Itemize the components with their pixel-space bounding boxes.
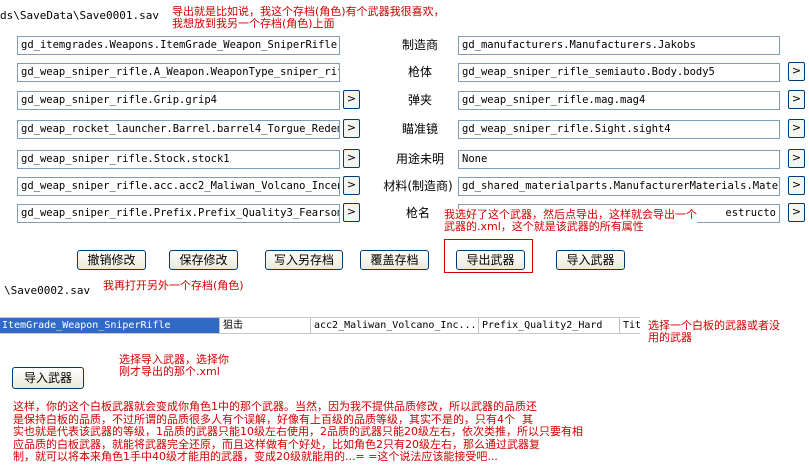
material-select-button[interactable]: >: [788, 176, 805, 195]
material-field[interactable]: gd_shared_materialparts.ManufacturerMate…: [458, 177, 780, 196]
magazine-field[interactable]: gd_weap_sniper_rifle.mag.mag4: [458, 91, 780, 110]
sight-select-button[interactable]: >: [788, 119, 805, 138]
label-sight: 瞄准镜: [401, 122, 438, 136]
weapon-type-field[interactable]: gd_weap_sniper_rifle.A_Weapon.WeaponType…: [17, 63, 340, 82]
write-other-save-button[interactable]: 写入另存档: [265, 250, 343, 270]
list-cell-type: 狙击: [221, 318, 311, 333]
list-cell-title: Tit: [623, 320, 640, 331]
label-magazine: 弹夹: [407, 93, 432, 107]
list-cell-accessory: acc2_Maliwan_Volcano_Inc...: [312, 318, 479, 333]
label-body: 枪体: [407, 65, 432, 79]
magazine-select-button[interactable]: >: [788, 90, 805, 109]
undo-button[interactable]: 撤销修改: [77, 250, 146, 270]
weapon-name-select-button[interactable]: >: [788, 203, 805, 222]
list-cell-prefix: Prefix_Quality2_Hard: [480, 318, 620, 333]
note-open-save2: 我再打开另外一个存档(角色): [103, 279, 244, 292]
stock-field[interactable]: gd_weap_sniper_rifle.Stock.stock1: [17, 150, 340, 169]
accessory-field[interactable]: gd_weap_sniper_rifle.acc.acc2_Maliwan_Vo…: [17, 177, 340, 196]
label-material: 材料(制造商): [383, 179, 453, 193]
note-export-selected: 我选好了这个武器，然后点导出，这样就会导出一个 武器的.xml，这个就是该武器的…: [444, 208, 697, 233]
stock-select-button[interactable]: >: [343, 149, 360, 168]
unknown-field[interactable]: None: [458, 150, 780, 169]
manufacturer-field[interactable]: gd_manufacturers.Manufacturers.Jakobs: [458, 36, 780, 55]
accessory-select-button[interactable]: >: [343, 176, 360, 195]
label-manufacturer: 制造商: [401, 38, 438, 52]
note-export-explain: 导出就是比如说，我这个存档(角色)有个武器我很喜欢， 我想放到我另一个存档(角色…: [172, 5, 445, 30]
grip-select-button[interactable]: >: [343, 90, 360, 109]
note-select-weapon: 选择一个白板的武器或者没 用的武器: [648, 319, 780, 344]
note-explanation-paragraph: 这样，你的这个白板武器就会变成你角色1中的那个武器。当然，因为我不提供品质修改，…: [13, 400, 583, 463]
body-select-button[interactable]: >: [788, 62, 805, 81]
save-button[interactable]: 保存修改: [169, 250, 238, 270]
barrel-select-button[interactable]: >: [343, 119, 360, 138]
overwrite-save-button[interactable]: 覆盖存档: [360, 250, 429, 270]
prefix-field[interactable]: gd_weap_sniper_rifle.Prefix.Prefix_Quali…: [17, 204, 340, 223]
grip-field[interactable]: gd_weap_sniper_rifle.Grip.grip4: [17, 91, 340, 110]
barrel-field[interactable]: gd_weap_rocket_launcher.Barrel.barrel4_T…: [17, 120, 340, 139]
export-weapon-button[interactable]: 导出武器: [456, 250, 525, 270]
save2-path: \Save0002.sav: [4, 284, 91, 297]
import-weapon-button-2[interactable]: 导入武器: [12, 367, 84, 389]
label-unknown: 用途未明: [395, 152, 444, 166]
save1-path: ds\SaveData\Save0001.sav: [0, 9, 159, 22]
list-cell-grade: ItemGrade_Weapon_SniperRifle: [0, 318, 220, 333]
note-import: 选择导入武器，选择你 刚才导出的那个.xml: [119, 353, 229, 378]
item-grade-field[interactable]: gd_itemgrades.Weapons.ItemGrade_Weapon_S…: [17, 36, 340, 55]
label-weapon-name: 枪名: [405, 206, 430, 220]
body-field[interactable]: gd_weap_sniper_rifle_semiauto.Body.body5: [458, 63, 780, 82]
import-weapon-button[interactable]: 导入武器: [556, 250, 625, 270]
weapon-list-row[interactable]: ItemGrade_Weapon_SniperRifle 狙击 acc2_Mal…: [0, 317, 640, 334]
prefix-select-button[interactable]: >: [343, 203, 360, 222]
sight-field[interactable]: gd_weap_sniper_rifle.Sight.sight4: [458, 120, 780, 139]
unknown-select-button[interactable]: >: [788, 149, 805, 168]
